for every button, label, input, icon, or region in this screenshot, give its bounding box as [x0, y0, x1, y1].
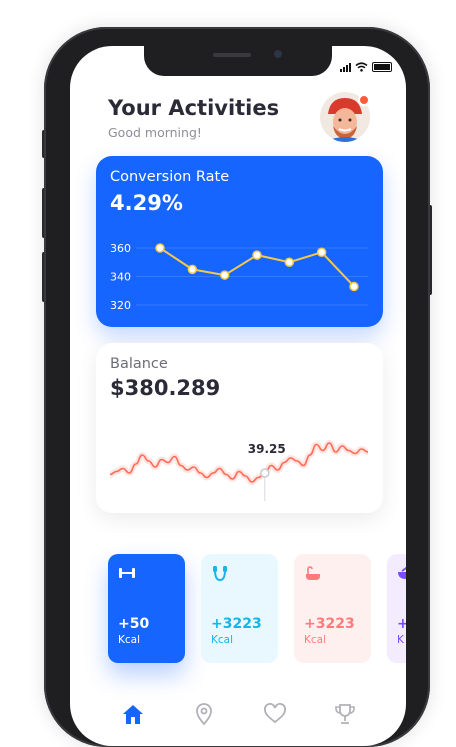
bottom-nav — [70, 698, 406, 746]
activity-card-bath[interactable]: +3223 Kcal — [294, 554, 371, 663]
marker-point — [260, 468, 270, 478]
activity-value: +50 — [118, 616, 150, 632]
trophy-icon[interactable] — [333, 702, 357, 726]
series-glow — [109, 439, 369, 486]
bowl-icon — [398, 567, 406, 579]
front-camera — [274, 50, 282, 58]
jump-rope-icon — [213, 566, 227, 582]
data-point — [316, 247, 327, 258]
notch — [144, 46, 332, 76]
activity-unit: Kcal — [304, 634, 327, 646]
y-tick-label: 340 — [110, 271, 131, 284]
activity-value: +3223 — [211, 616, 262, 632]
data-point — [284, 257, 295, 267]
activity-card-food[interactable]: + K — [387, 554, 406, 663]
data-point — [187, 264, 198, 275]
status-bar — [340, 62, 392, 72]
conversion-chart: 360 340 320 — [110, 242, 368, 312]
data-point — [219, 270, 230, 280]
activity-value: +3223 — [304, 616, 355, 632]
greeting-text: Good morning! — [108, 125, 202, 140]
balance-chart: 39.25 — [109, 439, 369, 501]
activity-value: + — [397, 616, 406, 632]
notification-dot — [358, 94, 370, 106]
activity-card-workout[interactable]: +50 Kcal — [108, 554, 185, 663]
dumbbell-icon — [119, 568, 135, 578]
wifi-icon — [355, 62, 368, 72]
app-screen: Your Activities Good morning! Conversion… — [70, 46, 406, 746]
bathtub-icon — [306, 566, 320, 580]
home-icon[interactable] — [121, 702, 145, 726]
balance-card[interactable]: Balance $380.289 39.25 — [96, 343, 383, 513]
heart-icon[interactable] — [263, 702, 287, 726]
activity-unit: K — [397, 634, 404, 646]
activity-unit: Kcal — [211, 634, 234, 646]
data-point — [349, 281, 359, 292]
marker-label: 39.25 — [248, 442, 286, 456]
page-title: Your Activities — [108, 96, 280, 120]
battery-icon — [372, 62, 392, 72]
y-tick-label: 320 — [110, 299, 131, 312]
activity-card-jump-rope[interactable]: +3223 Kcal — [201, 554, 278, 663]
location-icon[interactable] — [192, 702, 216, 726]
activity-unit: Kcal — [118, 634, 141, 646]
data-point — [155, 243, 165, 253]
y-tick-label: 360 — [110, 242, 131, 255]
speaker — [213, 53, 251, 57]
conversion-rate-card[interactable]: Conversion Rate 4.29% 360 340 320 — [96, 156, 383, 327]
data-point — [252, 250, 262, 260]
signal-icon — [340, 62, 351, 72]
